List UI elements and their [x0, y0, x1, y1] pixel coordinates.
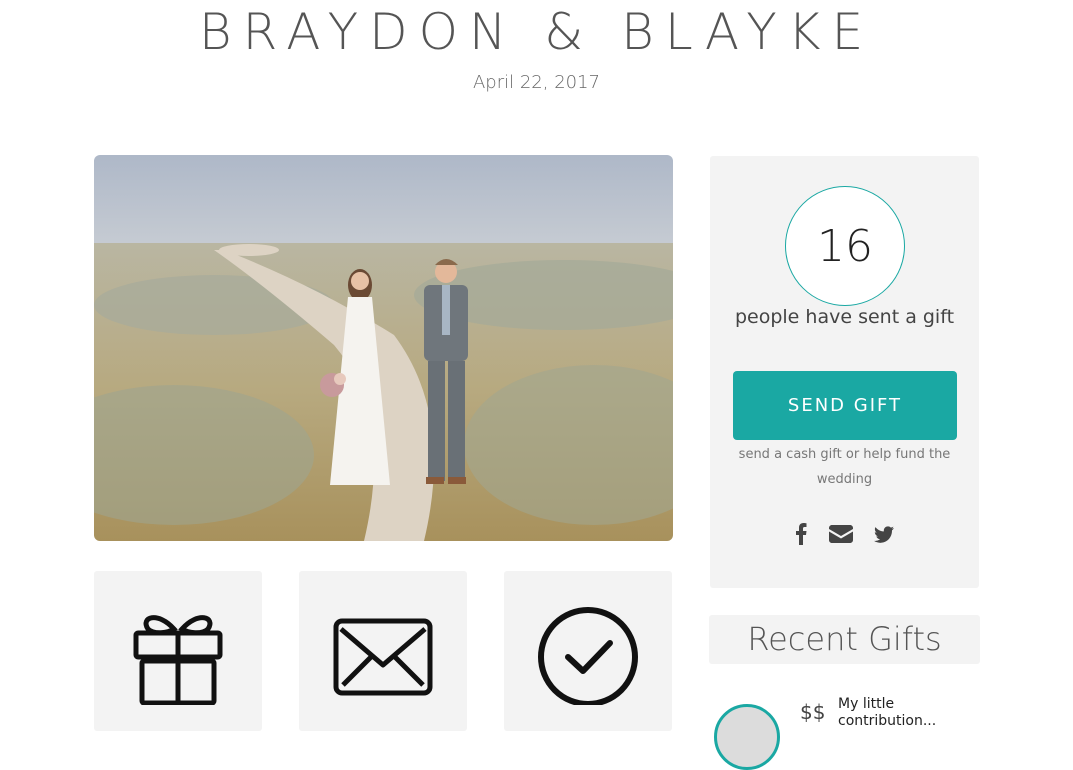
registry-tile[interactable] [504, 571, 672, 731]
send-gift-button[interactable]: SEND GIFT [733, 371, 957, 440]
wedding-couple-photo [94, 155, 673, 541]
wedding-date: April 22, 2017 [472, 72, 601, 93]
gift-amount: $$ [800, 700, 826, 724]
hero-photo [94, 155, 673, 541]
gift-icon [133, 615, 223, 705]
avatar [714, 704, 780, 770]
envelope-icon [333, 618, 433, 696]
gift-message: My little contribution... [838, 696, 937, 729]
facebook-share-button[interactable] [786, 520, 816, 548]
twitter-icon [874, 525, 894, 543]
gift-count: 16 [817, 220, 873, 272]
rsvp-tile[interactable] [299, 571, 467, 731]
gift-sidebar: 16 people have sent a gift SEND GIFT sen… [710, 156, 979, 588]
facebook-icon [796, 523, 807, 545]
email-icon [829, 525, 853, 543]
recent-gifts-heading: Recent Gifts [709, 615, 980, 664]
gift-tile[interactable] [94, 571, 262, 731]
email-share-button[interactable] [826, 520, 856, 548]
page-title: BRAYDON & BLAYKE [198, 3, 875, 61]
gift-count-label: people have sent a gift [734, 306, 955, 328]
gift-count-circle: 16 [785, 186, 905, 306]
twitter-share-button[interactable] [869, 520, 899, 548]
send-gift-subtext: send a cash gift or help fund the weddin… [738, 447, 951, 487]
checkmark-circle-icon [538, 607, 638, 705]
